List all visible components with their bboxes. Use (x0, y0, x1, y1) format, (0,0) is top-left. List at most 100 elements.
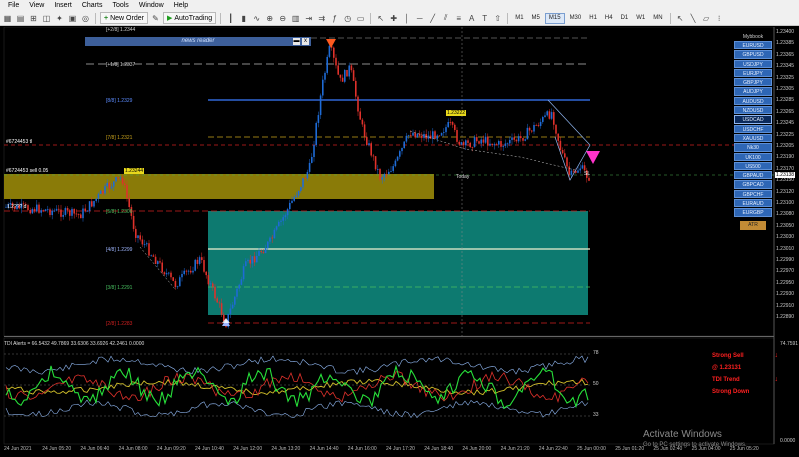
menu-charts[interactable]: Charts (77, 0, 108, 11)
templates-icon[interactable]: ▭ (355, 13, 366, 24)
menu-window[interactable]: Window (134, 0, 169, 11)
symbol-button-gbpjpy[interactable]: GBPJPY (734, 78, 772, 87)
bar-chart-icon[interactable]: ┃ (225, 13, 236, 24)
timeframe-m5[interactable]: M5 (529, 13, 543, 24)
vertical-line-icon[interactable]: │ (401, 13, 412, 24)
channel-icon[interactable]: ⫽ (440, 13, 451, 24)
symbol-button-usdcad[interactable]: USDCAD (734, 115, 772, 124)
chart-shift-icon[interactable]: ⇥ (303, 13, 314, 24)
candle-body (399, 151, 401, 157)
arrows-icon[interactable]: ⇧ (492, 13, 503, 24)
candle-body (383, 174, 386, 178)
timeframe-m30[interactable]: M30 (567, 13, 585, 24)
data-window-icon[interactable]: ◫ (41, 13, 52, 24)
symbol-button-xauusd[interactable]: XAUUSD (734, 133, 772, 143)
line-chart-icon[interactable]: ∿ (251, 13, 262, 24)
symbol-button-gbpaud[interactable]: GBPAUD (734, 171, 772, 180)
price-tick-label: 1.23385 (776, 40, 795, 47)
profiles-icon[interactable]: ▤ (15, 13, 26, 24)
autoscroll-icon[interactable]: ⇉ (316, 13, 327, 24)
more-tools-icon[interactable]: ⁝ (714, 13, 725, 24)
tile-windows-icon[interactable]: ▥ (290, 13, 301, 24)
metaeditor-icon[interactable]: ✎ (150, 13, 161, 24)
candle-body (132, 215, 135, 229)
current-price-badge: 1.23138 (775, 172, 796, 178)
level-label-5-8: [5/8] 1.2306 (106, 209, 133, 215)
period-icon[interactable]: ◷ (342, 13, 353, 24)
text-icon[interactable]: A (466, 13, 477, 24)
menu-tools[interactable]: Tools (107, 0, 133, 11)
chart-window[interactable]: news reader ▬ x [+2/8] 1.2344 [+1/8] 1.2… (0, 27, 799, 457)
terminal-icon[interactable]: ▣ (67, 13, 78, 24)
timeframe-d1[interactable]: D1 (618, 13, 632, 24)
symbol-button-nk30[interactable]: Nk30 (734, 143, 772, 152)
candle-body (88, 201, 91, 211)
menu-file[interactable]: File (3, 0, 24, 11)
timeframe-mn[interactable]: MN (650, 13, 665, 24)
sell-order-ticket-label[interactable]: #6724453 sell 0.05 (6, 168, 48, 174)
symbol-button-audusd[interactable]: AUDUSD (734, 96, 772, 106)
label-icon[interactable]: T (479, 13, 490, 24)
draw-line-icon[interactable]: ╲ (688, 13, 699, 24)
indicators-icon[interactable]: ƒ (329, 13, 340, 24)
candle-body (493, 144, 496, 146)
symbol-button-gbpchf[interactable]: GBPCHF (734, 189, 772, 199)
candle-body (64, 208, 67, 215)
horizontal-line-icon[interactable]: ─ (414, 13, 425, 24)
chart-canvas[interactable] (0, 27, 799, 457)
new-order-button[interactable]: + New Order (100, 12, 148, 24)
symbol-button-us500[interactable]: US500 (734, 161, 772, 171)
symbol-button-eurjpy[interactable]: EURJPY (734, 68, 772, 78)
today-label: Today (456, 174, 470, 180)
minimize-icon[interactable]: ▬ (293, 38, 300, 45)
draw-rectangle-icon[interactable]: ▱ (701, 13, 712, 24)
trendline-icon[interactable]: ╱ (427, 13, 438, 24)
candle-body (407, 135, 410, 136)
fibonacci-icon[interactable]: ≡ (453, 13, 464, 24)
indicator-title: TDI Alerts = 66.5432 49.7869 33.6306 33.… (4, 341, 145, 347)
menu-help[interactable]: Help (169, 0, 193, 11)
cursor-icon[interactable]: ↖ (375, 13, 386, 24)
symbol-button-gbpcad[interactable]: GBPCAD (734, 180, 772, 189)
tester-icon[interactable]: ◎ (80, 13, 91, 24)
candle-body (432, 131, 434, 139)
cursor-arrow-icon[interactable]: ↖ (675, 13, 686, 24)
navigator-icon[interactable]: ✦ (54, 13, 65, 24)
new-chart-icon[interactable]: ▦ (2, 13, 13, 24)
candle-body (555, 124, 557, 134)
symbol-button-eurusd[interactable]: EURUSD (734, 41, 772, 50)
news-reader-panel[interactable]: news reader ▬ x (85, 37, 311, 46)
atr-button[interactable]: ATR (740, 220, 766, 230)
zoom-in-icon[interactable]: ⊕ (264, 13, 275, 24)
timeframe-w1[interactable]: W1 (633, 13, 648, 24)
timeframe-h1[interactable]: H1 (586, 13, 600, 24)
plus-icon: + (104, 14, 109, 22)
symbol-button-gbpusd[interactable]: GBPUSD (734, 50, 772, 59)
close-icon[interactable]: x (302, 38, 309, 45)
menu-insert[interactable]: Insert (49, 0, 77, 11)
price-tick-label: 1.23400 (776, 29, 795, 35)
symbol-button-usdchf[interactable]: USDCHF (734, 124, 772, 133)
autotrading-button[interactable]: ▶ AutoTrading (162, 12, 217, 24)
crosshair-icon[interactable]: ✚ (388, 13, 399, 24)
symbol-button-uk100[interactable]: UK100 (734, 152, 772, 161)
market-watch-icon[interactable]: ⊞ (28, 13, 39, 24)
candle-body (77, 214, 80, 215)
candle-body (278, 221, 280, 227)
symbol-button-usdjpy[interactable]: USDJPY (734, 59, 772, 68)
menu-bar: File View Insert Charts Tools Window Hel… (0, 0, 799, 11)
symbol-button-euraud[interactable]: EURAUD (734, 199, 772, 208)
symbol-button-audjpy[interactable]: AUDJPY (734, 87, 772, 96)
symbol-button-eurgbp[interactable]: EURGBP (734, 208, 772, 217)
candle-body (473, 137, 476, 148)
timeframe-m1[interactable]: M1 (512, 13, 526, 24)
menu-view[interactable]: View (24, 0, 49, 11)
candle-body (467, 140, 469, 143)
zoom-out-icon[interactable]: ⊖ (277, 13, 288, 24)
candlestick-icon[interactable]: ▮ (238, 13, 249, 24)
order-ticket-label[interactable]: #6724453 tl (6, 139, 32, 145)
symbol-button-nzdusd[interactable]: NZDUSD (734, 106, 772, 115)
timeframe-m15[interactable]: M15 (544, 12, 565, 24)
candle-body (509, 139, 511, 144)
timeframe-h4[interactable]: H4 (602, 13, 616, 24)
